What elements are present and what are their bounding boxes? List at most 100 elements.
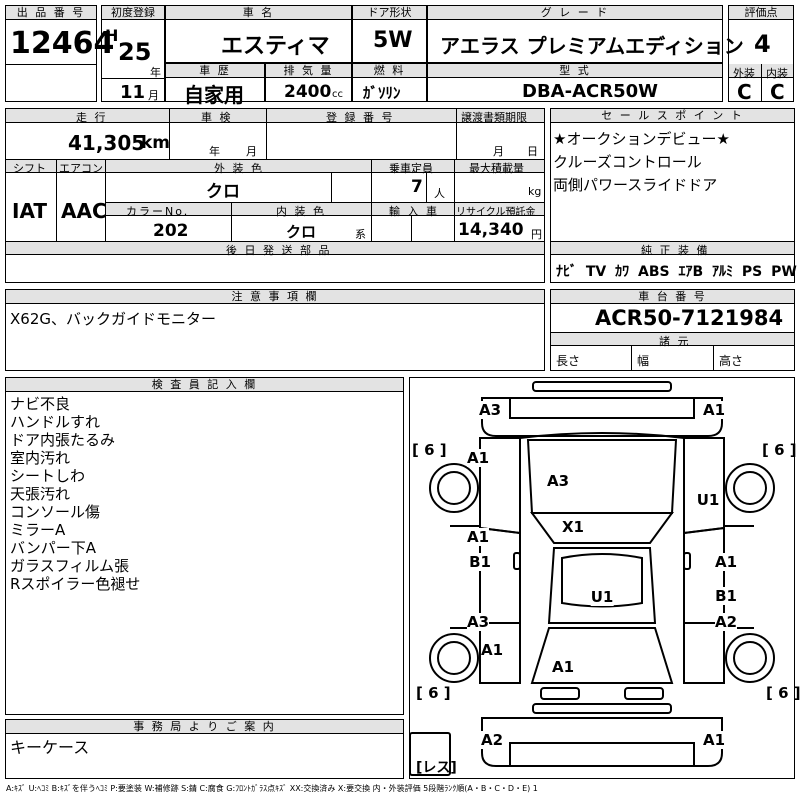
grade-box: グ レ ー ド アエラス プレミアムエディション	[427, 5, 744, 63]
load-unit: kg	[528, 185, 542, 198]
ext-color-label: 外 装 色	[214, 162, 264, 175]
inspector-note: バンパー下A	[10, 539, 97, 557]
model: DBA-ACR50W	[522, 81, 658, 102]
damage-hood: A3	[546, 472, 570, 490]
tire-front-right: [ 6 ]	[762, 441, 797, 459]
fuel-label: 燃 料	[353, 64, 426, 78]
fuel-box: 燃 料 ｶﾞｿﾘﾝ	[352, 63, 427, 102]
damage-door-front-left-a: A1	[466, 528, 490, 546]
inspection-year-unit: 年	[209, 145, 220, 158]
inspector-note: ドア内張たるみ	[10, 431, 116, 449]
equipment-item: ｴｱB	[678, 264, 704, 280]
color-no-label: カラーNo.	[126, 205, 190, 218]
mileage: 41,305	[68, 131, 146, 155]
caution-text: X62G、バックガイドモニター	[10, 310, 216, 328]
office-text: キーケース	[10, 738, 90, 757]
tire-rear-right: [ 6 ]	[766, 684, 800, 702]
fuel: ｶﾞｿﾘﾝ	[363, 84, 401, 102]
displacement-box: 排 気 量 2400 cc	[265, 63, 352, 102]
exterior-grade: C	[737, 80, 752, 104]
year: 25	[118, 38, 152, 66]
damage-fender-front-right: U1	[696, 491, 720, 509]
ext-color: クロ	[206, 182, 240, 202]
tire-front-left: [ 6 ]	[412, 441, 447, 459]
damage-roof: U1	[590, 588, 614, 606]
ac: AAC	[61, 199, 107, 223]
inspection-label: 車 検	[201, 111, 233, 124]
capacity: 7	[411, 177, 423, 197]
equipment-item: ﾅﾋﾞ	[556, 264, 577, 280]
lot-number: 12464	[10, 26, 115, 61]
interior-label: 内装	[766, 67, 788, 80]
import-label: 輸 入 車	[389, 205, 439, 218]
recycle-amount: 14,340	[458, 220, 524, 240]
specs-label: 諸 元	[659, 335, 691, 348]
shift-label: シフト	[13, 162, 46, 175]
capacity-unit: 人	[434, 187, 445, 200]
damage-door-rear-left: A3	[466, 613, 490, 631]
caution-label: 注 意 事 項 欄	[6, 290, 544, 304]
int-color-label: 内 装 色	[276, 205, 326, 218]
damage-windshield: X1	[561, 518, 585, 536]
details-box: 走 行 車 検 登 録 番 号 譲渡書類期限 41,305 km 年 月 月 日…	[5, 108, 545, 283]
car-outline-diagram	[410, 381, 775, 776]
damage-rear-left: A2	[480, 731, 504, 749]
equipment-item: PW	[771, 264, 797, 280]
grade-label: グ レ ー ド	[428, 6, 722, 20]
equipment-list: ﾅﾋﾞ TV ｶﾜ ABS ｴｱB ｱﾙﾐ PS PW	[556, 261, 797, 281]
inspector-label: 検 査 員 記 入 欄	[6, 378, 403, 392]
caution-box: 注 意 事 項 欄 X62G、バックガイドモニター	[5, 289, 545, 371]
displacement: 2400	[284, 82, 332, 102]
doors-box: ドア形状 5W	[352, 5, 427, 63]
displacement-unit: cc	[332, 89, 343, 100]
sales-point-line: ★オークションデビュー★	[553, 130, 730, 148]
damage-fender-front-left: A1	[466, 449, 490, 467]
office-box: 事 務 局 よ り ご 案 内 キーケース	[5, 719, 404, 779]
car-name-label: 車 名	[166, 6, 351, 20]
damage-front-left: A3	[478, 401, 502, 419]
car-name-box: 車 名 エスティマ	[165, 5, 352, 63]
score-label: 評価点	[729, 6, 793, 20]
length-label: 長さ	[556, 354, 581, 368]
transfer-day-unit: 日	[527, 145, 538, 158]
interior-grade: C	[770, 80, 785, 104]
tire-rear-left: [ 6 ]	[416, 684, 451, 702]
equipment-item: PS	[741, 264, 763, 280]
damage-rear-right: A1	[702, 731, 726, 749]
inspector-note: 室内汚れ	[10, 449, 71, 467]
chassis-box: 車 台 番 号 ACR50-7121984 諸 元 長さ 幅 高さ	[550, 289, 795, 371]
int-color-unit: 系	[355, 228, 366, 241]
chassis-number: ACR50-7121984	[595, 306, 784, 330]
inspector-box: 検 査 員 記 入 欄 ナビ不良 ハンドルすれ ドア内張たるみ 室内汚れ シート…	[5, 377, 404, 715]
inspection-month-unit: 月	[246, 145, 257, 158]
int-color: クロ	[286, 223, 317, 241]
sales-point-line: 両側パワースライドドア	[553, 176, 718, 194]
inspector-note: ガラスフィルム張	[10, 557, 130, 575]
damage-door-front-left-b: B1	[469, 553, 491, 571]
inspector-note: ハンドルすれ	[10, 413, 101, 431]
sales-point-line: クルーズコントロール	[553, 153, 702, 171]
grade: アエラス プレミアムエディション	[440, 34, 744, 58]
displacement-label: 排 気 量	[266, 64, 351, 78]
doors-label: ドア形状	[353, 6, 426, 20]
office-label: 事 務 局 よ り ご 案 内	[6, 720, 403, 734]
reg-no-label: 登 録 番 号	[326, 111, 395, 124]
transfer-label: 譲渡書類期限	[461, 111, 527, 124]
inspector-note: ナビ不良	[10, 395, 71, 413]
mileage-label: 走 行	[76, 111, 108, 124]
history-box: 車 歴 自家用	[165, 63, 265, 107]
height-label: 高さ	[719, 354, 744, 368]
legend: A:ｷｽﾞ U:ﾍｺﾐ B:ｷｽﾞを伴うﾍｺﾐ P:要塗装 W:補修跡 S:錆 …	[6, 784, 538, 793]
history-label: 車 歴	[166, 64, 264, 78]
equipment-item: ｱﾙﾐ	[712, 264, 734, 280]
equipment-label: 純 正 装 備	[641, 244, 710, 257]
history: 自家用	[184, 83, 244, 107]
width-label: 幅	[637, 354, 650, 368]
doors: 5W	[373, 28, 413, 53]
recycle-unit: 円	[531, 228, 542, 241]
equipment-item: ABS	[638, 264, 670, 280]
load-label: 最大積載量	[469, 162, 524, 175]
lot-label: 出 品 番 号	[6, 6, 96, 20]
inspector-note: ミラーA	[10, 521, 66, 539]
damage-quarter-rear-left: A1	[480, 641, 504, 659]
